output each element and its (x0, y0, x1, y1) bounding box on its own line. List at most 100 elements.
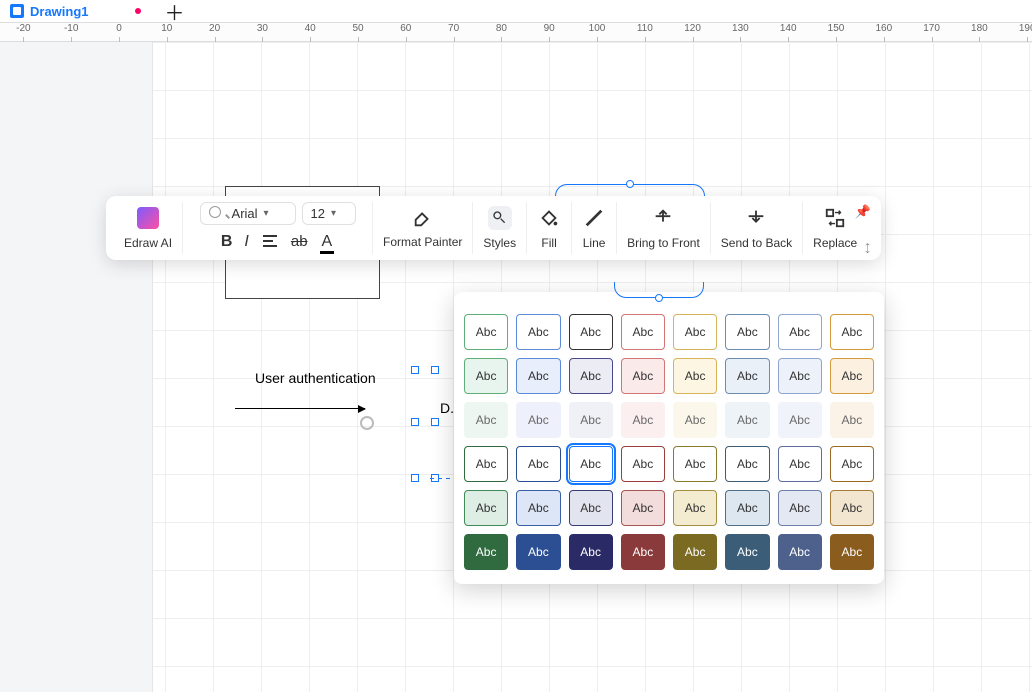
ai-spark-icon (137, 207, 159, 229)
style-swatch[interactable]: Abc (621, 446, 665, 482)
ruler-tick: 160 (875, 23, 892, 34)
resize-handle[interactable] (411, 418, 419, 426)
font-color-button[interactable]: A (320, 233, 335, 254)
styles-label: Styles (483, 236, 516, 250)
connector-dot-icon (655, 294, 663, 302)
style-swatch[interactable]: Abc (778, 402, 822, 438)
ruler-tick: 30 (257, 23, 268, 34)
resize-handle[interactable] (431, 418, 439, 426)
pin-icon[interactable]: 📌 (855, 204, 871, 220)
style-swatch[interactable]: Abc (725, 402, 769, 438)
style-swatch[interactable]: Abc (830, 314, 874, 350)
ruler-tick: 60 (400, 23, 411, 34)
style-swatch[interactable]: Abc (464, 490, 508, 526)
resize-handle[interactable] (411, 474, 419, 482)
style-swatch[interactable]: Abc (673, 534, 717, 570)
style-swatch[interactable]: Abc (725, 358, 769, 394)
align-button[interactable] (261, 233, 279, 254)
strikethrough-button[interactable]: ab (291, 233, 308, 254)
font-name: Arial (232, 206, 258, 221)
chevron-down-icon: ▾ (331, 208, 336, 219)
bold-button[interactable]: B (221, 233, 233, 254)
ruler-tick: -20 (16, 23, 30, 34)
style-swatch[interactable]: Abc (673, 358, 717, 394)
style-swatch[interactable]: Abc (621, 314, 665, 350)
style-swatch[interactable]: Abc (569, 402, 613, 438)
style-swatch[interactable]: Abc (725, 490, 769, 526)
styles-popover: AbcAbcAbcAbcAbcAbcAbcAbcAbcAbcAbcAbcAbcA… (454, 292, 884, 584)
send-back-label: Send to Back (721, 236, 792, 250)
style-swatch[interactable]: Abc (464, 402, 508, 438)
line-button[interactable]: Line (572, 202, 617, 254)
style-swatch[interactable]: Abc (830, 402, 874, 438)
fill-button[interactable]: Fill (527, 202, 572, 254)
replace-label: Replace (813, 236, 857, 250)
style-swatch[interactable]: Abc (569, 490, 613, 526)
format-painter-button[interactable]: Format Painter (373, 202, 473, 254)
styles-button[interactable]: Styles (473, 202, 527, 254)
context-toolbar: 📌 ⤡ Edraw AI Arial ▾ 12 ▾ B I ab A Forma… (106, 196, 881, 260)
style-swatch[interactable]: Abc (830, 446, 874, 482)
chevron-down-icon: ▾ (264, 208, 269, 219)
style-swatch[interactable]: Abc (673, 446, 717, 482)
resize-handle[interactable] (431, 366, 439, 374)
connector-label[interactable]: User authentication (255, 370, 376, 386)
style-swatch[interactable]: Abc (516, 534, 560, 570)
style-swatch[interactable]: Abc (621, 358, 665, 394)
send-to-back-button[interactable]: Send to Back (711, 202, 803, 254)
style-swatch[interactable]: Abc (569, 534, 613, 570)
ruler-tick: 70 (448, 23, 459, 34)
selected-shape[interactable] (415, 370, 455, 478)
style-swatch[interactable]: Abc (778, 314, 822, 350)
bring-front-label: Bring to Front (627, 236, 700, 250)
rounded-shape-top-edge[interactable] (555, 184, 705, 196)
style-swatch[interactable]: Abc (830, 490, 874, 526)
ruler-tick: 180 (971, 23, 988, 34)
style-swatch[interactable]: Abc (778, 358, 822, 394)
connector-arrow[interactable] (235, 408, 365, 409)
style-swatch[interactable]: Abc (830, 358, 874, 394)
style-swatch[interactable]: Abc (464, 314, 508, 350)
style-swatch[interactable]: Abc (673, 490, 717, 526)
style-swatch[interactable]: Abc (516, 358, 560, 394)
popover-connector (614, 282, 704, 298)
unsaved-indicator-icon (135, 8, 141, 14)
ruler-tick: 110 (637, 23, 653, 34)
style-swatch[interactable]: Abc (569, 446, 613, 482)
style-swatch[interactable]: Abc (725, 534, 769, 570)
style-swatch[interactable]: Abc (673, 402, 717, 438)
style-swatch[interactable]: Abc (778, 490, 822, 526)
style-swatch[interactable]: Abc (516, 314, 560, 350)
style-swatch[interactable]: Abc (830, 534, 874, 570)
resize-handle[interactable] (411, 366, 419, 374)
style-swatch[interactable]: Abc (569, 314, 613, 350)
document-tab[interactable]: Drawing1 (4, 4, 147, 19)
style-swatch[interactable]: Abc (621, 490, 665, 526)
font-size-select[interactable]: 12 ▾ (302, 202, 356, 225)
style-swatch[interactable]: Abc (673, 314, 717, 350)
style-swatch[interactable]: Abc (778, 446, 822, 482)
connection-handle[interactable] (626, 180, 634, 188)
bring-to-front-button[interactable]: Bring to Front (617, 202, 711, 254)
italic-button[interactable]: I (244, 233, 248, 254)
style-swatch[interactable]: Abc (725, 314, 769, 350)
ruler-tick: 40 (305, 23, 316, 34)
font-family-select[interactable]: Arial ▾ (200, 202, 296, 225)
style-swatch[interactable]: Abc (778, 534, 822, 570)
left-gutter (0, 42, 153, 692)
style-swatch[interactable]: Abc (464, 446, 508, 482)
style-swatch[interactable]: Abc (725, 446, 769, 482)
ai-button[interactable]: Edraw AI (114, 202, 183, 254)
rotation-handle-icon[interactable] (360, 416, 374, 430)
ruler-tick: 120 (684, 23, 701, 34)
style-swatch[interactable]: Abc (464, 534, 508, 570)
ruler-tick: 170 (923, 23, 940, 34)
style-swatch[interactable]: Abc (569, 358, 613, 394)
style-swatch[interactable]: Abc (464, 358, 508, 394)
style-swatch[interactable]: Abc (516, 490, 560, 526)
font-size: 12 (311, 206, 325, 221)
style-swatch[interactable]: Abc (621, 402, 665, 438)
style-swatch[interactable]: Abc (621, 534, 665, 570)
style-swatch[interactable]: Abc (516, 402, 560, 438)
style-swatch[interactable]: Abc (516, 446, 560, 482)
